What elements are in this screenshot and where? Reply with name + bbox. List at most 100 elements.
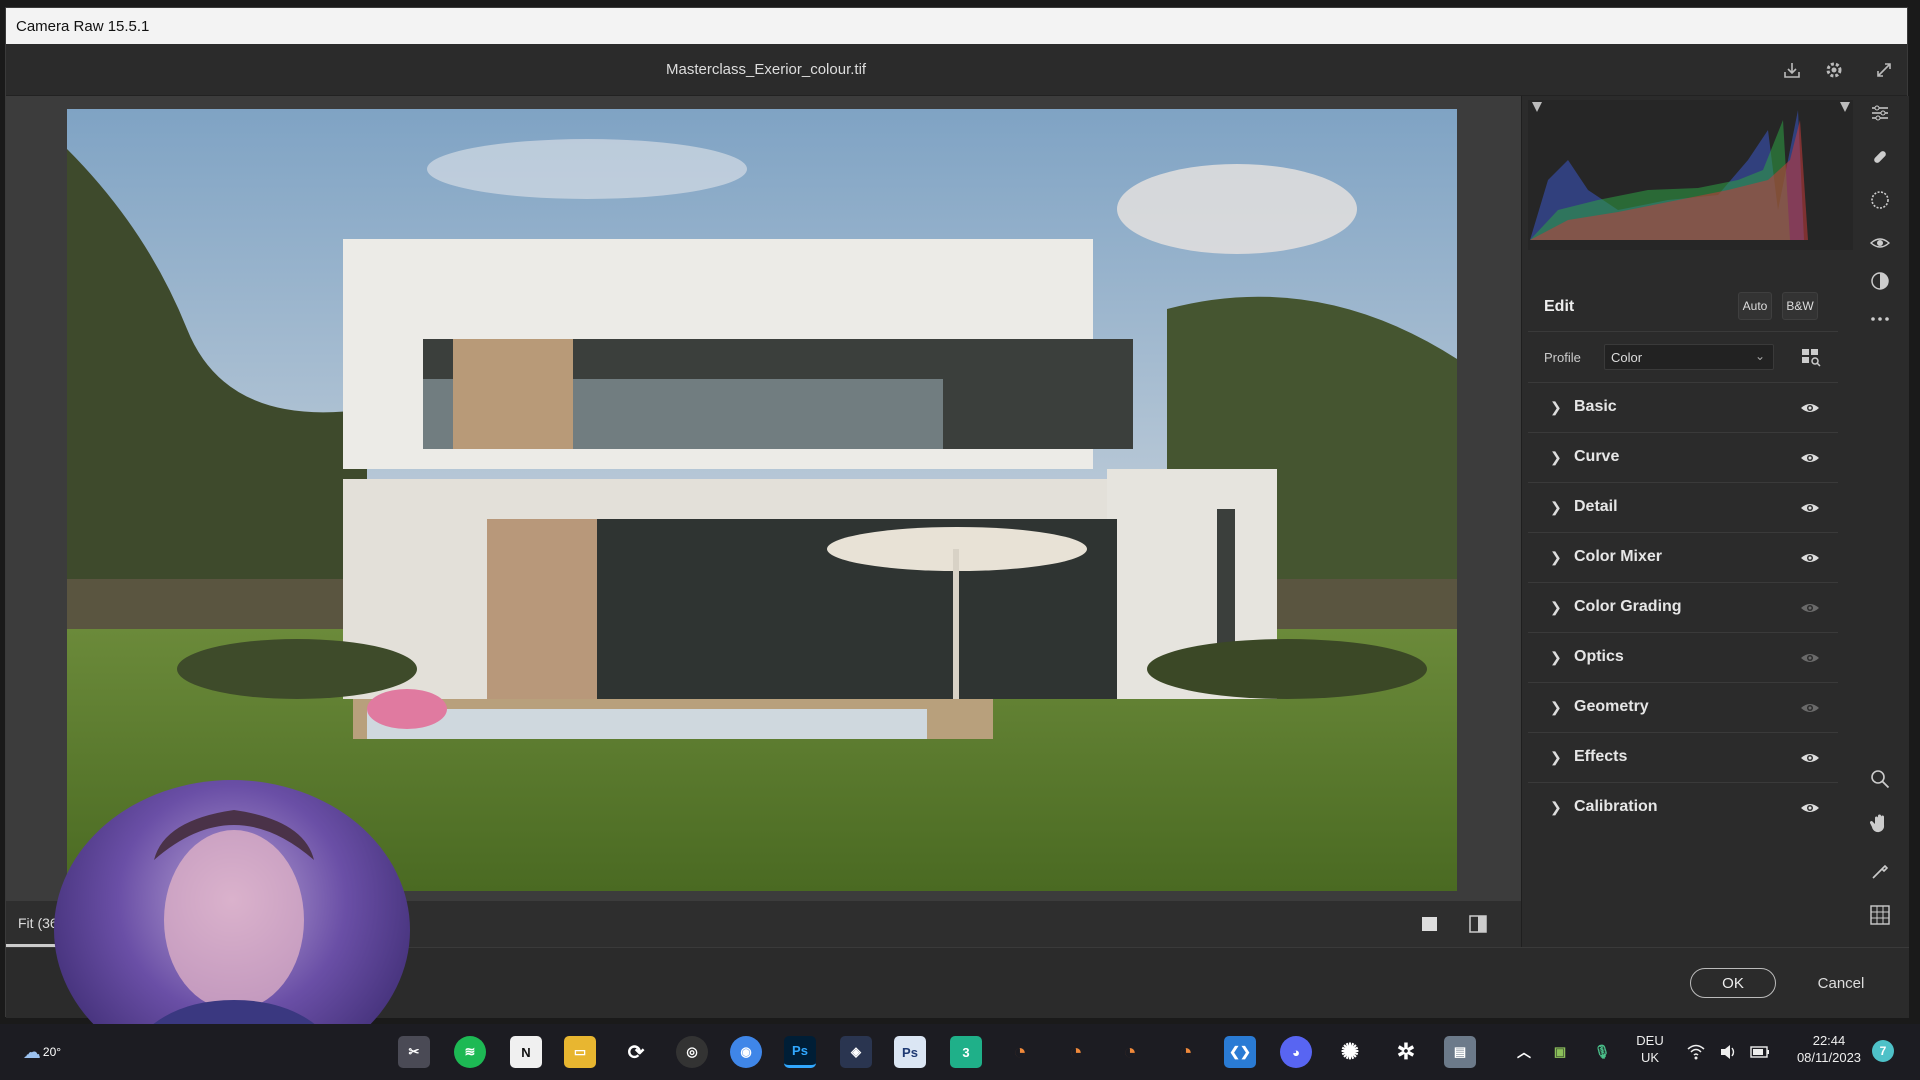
weather-widget[interactable]: ☁ 20°	[12, 1036, 72, 1068]
language-code: DEU	[1636, 1033, 1664, 1048]
edit-sliders-icon[interactable]	[1867, 100, 1893, 126]
battery-icon[interactable]	[1744, 1036, 1776, 1068]
weather-temp: 20°	[42, 1045, 62, 1059]
cancel-button[interactable]: Cancel	[1811, 968, 1871, 998]
notion-icon[interactable]: N	[510, 1036, 542, 1068]
photoshop-secondary-icon[interactable]: Ps	[894, 1036, 926, 1068]
visibility-eye-icon[interactable]	[1800, 699, 1820, 717]
hand-icon[interactable]	[1867, 810, 1893, 836]
clock-date: 08/11/2023	[1796, 1050, 1862, 1065]
blender-icon-1[interactable]: ◔	[1004, 1036, 1036, 1068]
snipping-icon[interactable]: ✂	[398, 1036, 430, 1068]
healing-icon[interactable]	[1867, 144, 1893, 170]
window-titlebar: Camera Raw 15.5.1	[6, 8, 1907, 44]
gpu-tray-icon[interactable]: ▣	[1544, 1036, 1576, 1068]
visibility-eye-icon[interactable]	[1800, 749, 1820, 767]
preview-image	[67, 109, 1457, 891]
language-indicator[interactable]: DEU UK	[1630, 1032, 1670, 1066]
window-title: Camera Raw 15.5.1	[16, 17, 150, 35]
save-icon[interactable]	[1780, 58, 1804, 82]
visibility-eye-icon[interactable]	[1800, 599, 1820, 617]
single-view-icon[interactable]	[1419, 913, 1441, 935]
masking-icon[interactable]	[1867, 187, 1893, 213]
chevron-up-icon[interactable]: ︿	[1508, 1036, 1540, 1068]
auto-button[interactable]: Auto	[1738, 292, 1772, 320]
visibility-eye-icon[interactable]	[1800, 399, 1820, 417]
chevron-right-icon: ❯	[1550, 649, 1562, 665]
clock[interactable]: 22:44 08/11/2023	[1784, 1032, 1874, 1066]
presets-icon[interactable]	[1867, 268, 1893, 294]
chevron-right-icon: ❯	[1550, 799, 1562, 815]
app-3-icon[interactable]: 3	[950, 1036, 982, 1068]
zoom-level[interactable]: Fit (36	[18, 915, 58, 931]
spotify-icon[interactable]: ≋	[454, 1036, 486, 1068]
chevron-right-icon: ❯	[1550, 449, 1562, 465]
wifi-icon[interactable]	[1680, 1036, 1712, 1068]
clock-time: 22:44	[1812, 1033, 1846, 1048]
chrome-icon[interactable]: ◉	[730, 1036, 762, 1068]
chevron-down-icon: ⌄	[1754, 349, 1765, 363]
section-label: Geometry	[1574, 698, 1649, 715]
notification-badge[interactable]: 7	[1872, 1040, 1894, 1062]
panel-section-color-grading[interactable]: ❯ Color Grading	[1528, 582, 1838, 632]
bw-button[interactable]: B&W	[1782, 292, 1818, 320]
davinci-icon[interactable]: ◈	[840, 1036, 872, 1068]
visibility-eye-icon[interactable]	[1800, 799, 1820, 817]
section-label: Color Grading	[1574, 598, 1682, 615]
visibility-eye-icon[interactable]	[1800, 549, 1820, 567]
section-label: Color Mixer	[1574, 548, 1663, 565]
photoshop-icon[interactable]: Ps	[784, 1036, 816, 1068]
chevron-right-icon: ❯	[1550, 399, 1562, 415]
panel-section-color-mixer[interactable]: ❯ Color Mixer	[1528, 532, 1838, 582]
fullscreen-icon[interactable]	[1872, 58, 1896, 82]
panel-section-optics[interactable]: ❯ Optics	[1528, 632, 1838, 682]
visibility-eye-icon[interactable]	[1800, 499, 1820, 517]
capture-app-icon[interactable]: ◎	[676, 1036, 708, 1068]
ok-button[interactable]: OK	[1690, 968, 1776, 998]
section-label: Calibration	[1574, 798, 1658, 815]
panel-section-calibration[interactable]: ❯ Calibration	[1528, 782, 1838, 832]
window-app-icon[interactable]: ▤	[1444, 1036, 1476, 1068]
chevron-right-icon: ❯	[1550, 549, 1562, 565]
visibility-eye-icon[interactable]	[1800, 649, 1820, 667]
panel-section-curve[interactable]: ❯ Curve	[1528, 432, 1838, 482]
grid-icon[interactable]	[1867, 902, 1893, 928]
vscode-icon[interactable]: ❮❯	[1224, 1036, 1256, 1068]
section-label: Basic	[1574, 398, 1617, 415]
volume-icon[interactable]	[1712, 1036, 1744, 1068]
histogram	[1528, 100, 1854, 250]
document-filename: Masterclass_Exerior_colour.tif	[666, 61, 867, 78]
section-label: Detail	[1574, 498, 1618, 515]
microphone-icon[interactable]: 🎙	[1586, 1036, 1618, 1068]
panel-section-detail[interactable]: ❯ Detail	[1528, 482, 1838, 532]
eyedropper-icon[interactable]	[1867, 858, 1893, 884]
edit-title: Edit	[1544, 297, 1575, 315]
panel-section-basic[interactable]: ❯ Basic	[1528, 382, 1838, 432]
tool-strip	[1853, 96, 1909, 947]
profile-select[interactable]: Color ⌄	[1604, 344, 1774, 370]
blender-icon-3[interactable]: ◔	[1114, 1036, 1146, 1068]
section-label: Curve	[1574, 448, 1620, 465]
file-explorer-icon[interactable]: ▭	[564, 1036, 596, 1068]
panel-section-effects[interactable]: ❯ Effects	[1528, 732, 1838, 782]
profile-label: Profile	[1544, 349, 1581, 365]
taskbar: ☁ 20° ✂ ≋ N ▭ ⟳ ◎ ◉ Ps ◈ Ps 3 ◔ ◔ ◔ ◔ ❮❯…	[0, 1024, 1920, 1080]
blender-icon-4[interactable]: ◔	[1170, 1036, 1202, 1068]
discord-icon[interactable]: ◕	[1280, 1036, 1312, 1068]
more-icon[interactable]	[1867, 306, 1893, 332]
red-eye-icon[interactable]	[1867, 230, 1893, 256]
profile-browser-icon[interactable]	[1800, 346, 1822, 368]
edit-header: Edit Auto B&W	[1528, 282, 1838, 332]
blender-icon-2[interactable]: ◔	[1060, 1036, 1092, 1068]
aperture-icon[interactable]: ✺	[1334, 1036, 1366, 1068]
chevron-right-icon: ❯	[1550, 599, 1562, 615]
zoom-icon[interactable]	[1867, 766, 1893, 792]
settings-app-icon[interactable]: ✲	[1390, 1036, 1422, 1068]
panel-section-geometry[interactable]: ❯ Geometry	[1528, 682, 1838, 732]
gear-icon[interactable]	[1822, 58, 1846, 82]
edit-panel: Edit Auto B&W Profile Color ⌄ ❯ Basic ❯ Cur…	[1521, 96, 1854, 947]
sync-icon[interactable]: ⟳	[620, 1036, 652, 1068]
before-after-icon[interactable]	[1467, 913, 1489, 935]
profile-value: Color	[1611, 349, 1643, 365]
visibility-eye-icon[interactable]	[1800, 449, 1820, 467]
